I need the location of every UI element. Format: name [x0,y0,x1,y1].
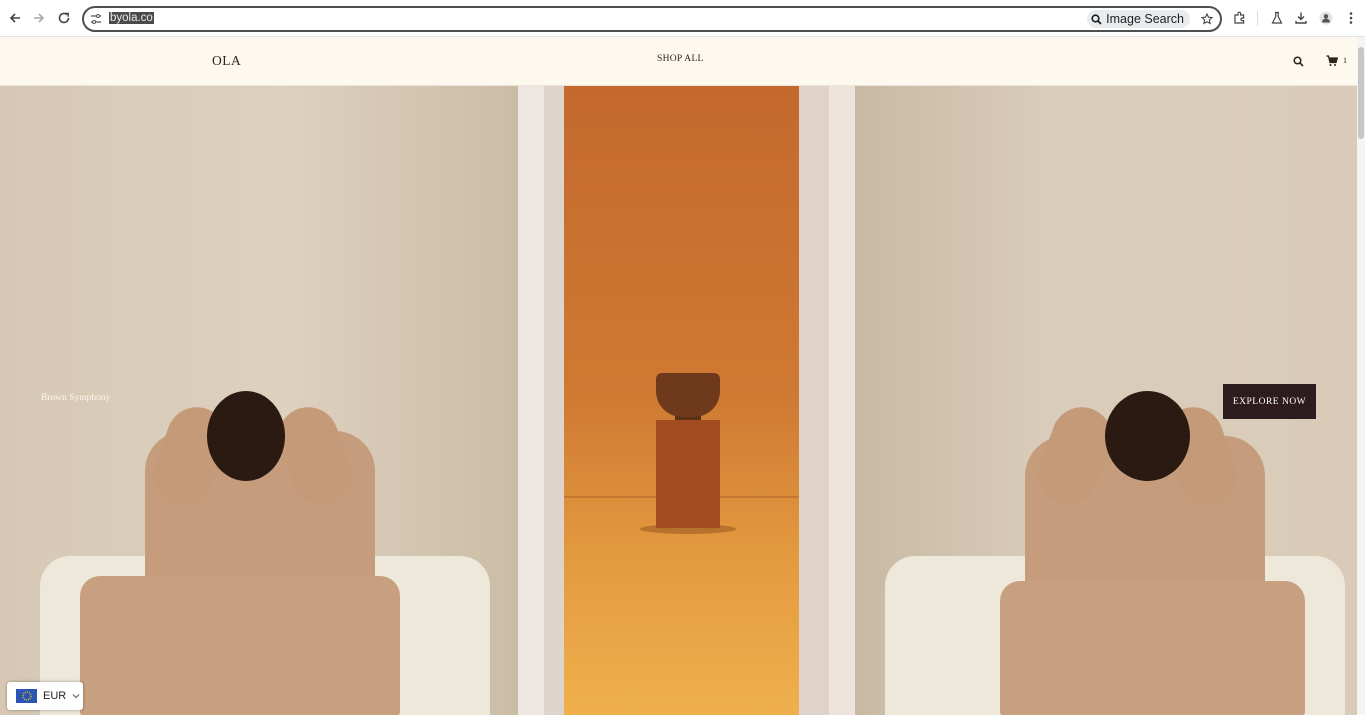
figure-left-head [207,391,285,481]
site-logo[interactable]: OLA [212,53,241,69]
explore-now-button[interactable]: EXPLORE NOW [1223,384,1316,419]
page-scrollbar[interactable] [1357,37,1365,715]
url-text[interactable]: byola.co [109,12,154,24]
download-icon [1295,12,1307,24]
scrollbar-thumb[interactable] [1358,47,1364,139]
downloads-button[interactable] [1292,9,1310,27]
image-search-label: Image Search [1106,12,1184,26]
reload-button[interactable] [54,8,74,28]
flask-icon [1271,11,1283,24]
currency-selector[interactable]: EUR [7,682,83,710]
currency-code: EUR [43,690,67,702]
back-arrow-icon [9,13,20,23]
labs-button[interactable] [1268,9,1286,27]
doorway-wall-left [518,86,544,715]
cart-icon [1326,55,1338,66]
eu-flag-icon [16,689,37,703]
doorway-wall-right-inner [799,86,829,715]
hero-banner: Brown Symphony EXPLORE NOW [0,86,1357,715]
forward-arrow-icon [34,13,45,23]
toolbar-divider [1257,11,1258,26]
bookmark-star-icon[interactable] [1201,13,1213,25]
site-info-icon[interactable] [90,13,102,25]
puzzle-icon [1234,11,1245,24]
hero-caption[interactable]: Brown Symphony [41,393,110,403]
figure-right-pants [1000,581,1305,715]
search-icon [1292,55,1304,67]
image-search-chip[interactable]: Image Search [1087,10,1190,28]
browser-menu-button[interactable] [1342,9,1360,27]
site-search-button[interactable] [1291,54,1305,68]
profile-button[interactable] [1317,9,1335,27]
kebab-menu-icon [1349,12,1353,24]
address-bar[interactable]: byola.co Image Search [82,6,1222,32]
search-icon [1091,13,1102,25]
avatar-icon [1319,11,1333,25]
figure-right-head [1105,391,1190,481]
cart-button[interactable] [1325,54,1339,68]
reload-icon [58,12,70,24]
nav-shop-all[interactable]: SHOP ALL [657,54,704,64]
forward-button[interactable] [29,8,49,28]
browser-toolbar: byola.co Image Search [0,0,1365,37]
doorway-wall-left-inner [544,86,564,715]
bowl-on-pedestal [656,373,720,417]
doorway-wall-right [829,86,855,715]
back-button[interactable] [5,8,25,28]
cart-count-badge: 1 [1343,56,1347,65]
extensions-button[interactable] [1231,9,1249,27]
chevron-down-icon [72,694,80,699]
site-header: OLA SHOP ALL 1 [0,37,1357,86]
eu-stars-icon [21,691,32,701]
figure-left-pants [80,576,400,715]
pedestal [656,420,720,528]
